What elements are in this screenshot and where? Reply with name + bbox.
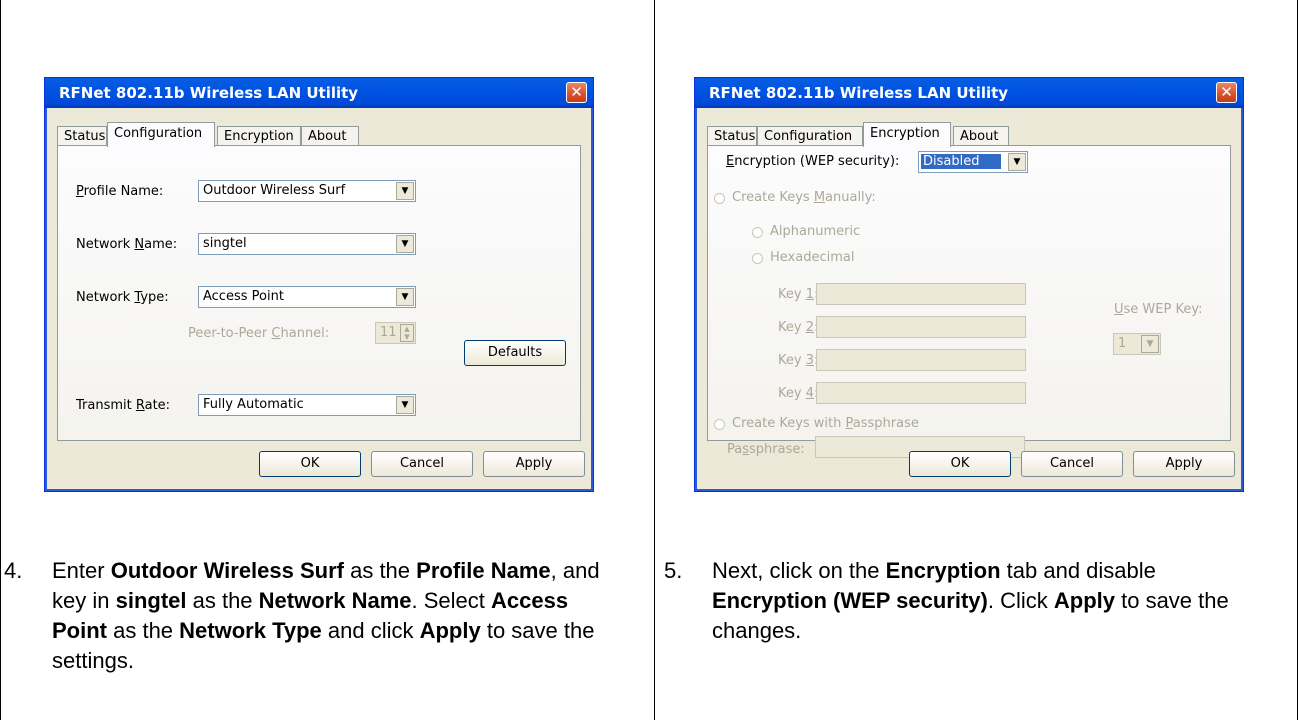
apply-button[interactable]: Apply [483,451,585,477]
tab-encryption[interactable]: Encryption [863,122,951,147]
tab-configuration[interactable]: Configuration [757,126,863,146]
use-wep-key-label: Use WEP Key: [1114,302,1203,317]
step-number: 5. [664,558,683,583]
spinner-arrows-icon: ▲ ▼ [400,324,414,342]
instr-bold: singtel [115,588,187,613]
transmit-rate-value: Fully Automatic [203,397,304,412]
apply-button[interactable]: Apply [1133,451,1235,477]
tab-encryption[interactable]: Encryption [217,126,301,146]
key-3-label: Key 3: [778,353,818,368]
peer-channel-value: 11 [380,325,397,340]
step-number: 4. [4,558,23,583]
use-wep-key-value: 1 [1118,336,1127,351]
encryption-select[interactable]: Disabled ▼ [918,151,1028,173]
network-name-input[interactable]: singtel ▼ [198,233,416,255]
close-icon[interactable]: ✕ [566,82,587,103]
instr-bold: Apply [419,618,481,643]
configuration-panel: Profile Name: Outdoor Wireless Surf ▼ Ne… [57,145,581,441]
instr-bold: Apply [1053,588,1115,613]
encryption-dialog: RFNet 802.11b Wireless LAN Utility ✕ Sta… [694,77,1244,492]
instr-bold: Encryption [885,558,1001,583]
ok-button[interactable]: OK [909,451,1011,477]
instr-text: . Select [411,588,491,613]
tab-configuration[interactable]: Configuration [107,122,215,147]
table-border-middle [654,0,655,720]
key-2-field[interactable] [816,316,1026,338]
peer-channel-label: Peer-to-Peer Channel: [188,326,330,341]
key-4-label: Key 4: [778,386,818,401]
profile-name-value: Outdoor Wireless Surf [203,183,346,198]
instr-bold: Profile Name [416,558,551,583]
ok-button[interactable]: OK [259,451,361,477]
tab-status[interactable]: Status [57,126,107,146]
chevron-down-icon: ▼ [1008,153,1026,171]
chevron-down-icon: ▼ [396,288,414,306]
instr-bold: Encryption (WEP security) [712,588,988,613]
transmit-rate-select[interactable]: Fully Automatic ▼ [198,394,416,416]
network-type-label: Network Type: [76,290,169,305]
instr-text: Next, click on the [712,558,886,583]
instr-text: as the [107,618,180,643]
step-text: Next, click on the Encryption tab and di… [712,556,1262,646]
dialog-titlebar: RFNet 802.11b Wireless LAN Utility ✕ [45,78,593,108]
use-wep-key-select[interactable]: 1 ▼ [1113,333,1161,355]
create-manual-label: Create Keys Manually: [732,190,876,205]
step-text: Enter Outdoor Wireless Surf as the Profi… [52,556,622,676]
profile-name-select[interactable]: Outdoor Wireless Surf ▼ [198,180,416,202]
key-1-label: Key 1: [778,287,818,302]
peer-channel-spinner[interactable]: 11 ▲ ▼ [375,322,416,344]
instr-text: as the [343,558,417,583]
hexadecimal-radio[interactable] [752,253,763,264]
tab-about[interactable]: About [953,126,1009,146]
create-manual-radio[interactable] [714,193,725,204]
instr-bold: Network Type [179,618,322,643]
chevron-down-icon: ▼ [1141,335,1159,353]
transmit-rate-label: Transmit Rate: [76,398,171,413]
key-2-label: Key 2: [778,320,818,335]
instr-bold: Outdoor Wireless Surf [110,558,344,583]
instr-text: . Click [987,588,1054,613]
hexadecimal-label: Hexadecimal [770,250,855,265]
instr-bold: Network Name [258,588,412,613]
tab-about[interactable]: About [301,126,359,146]
network-name-value: singtel [203,236,247,251]
network-name-label: Network Name: [76,237,178,252]
configuration-dialog: RFNet 802.11b Wireless LAN Utility ✕ Sta… [44,77,594,492]
instr-text: tab and disable [1000,558,1156,583]
cancel-button[interactable]: Cancel [1021,451,1123,477]
encryption-panel: Encryption (WEP security): Disabled ▼ Cr… [707,145,1231,441]
instr-text: Enter [52,558,111,583]
passphrase-radio[interactable] [714,419,725,430]
dialog-title: RFNet 802.11b Wireless LAN Utility [59,84,359,102]
chevron-down-icon: ▼ [396,235,414,253]
table-border-left [0,0,1,720]
instr-text: and click [321,618,420,643]
alphanumeric-radio[interactable] [752,227,763,238]
defaults-button[interactable]: Defaults [464,340,566,366]
passphrase-label: Passphrase: [727,442,805,457]
tab-status[interactable]: Status [707,126,757,146]
dialog-title: RFNet 802.11b Wireless LAN Utility [709,84,1009,102]
instr-text: as the [186,588,259,613]
key-3-field[interactable] [816,349,1026,371]
encryption-value: Disabled [921,154,1002,169]
dialog-titlebar: RFNet 802.11b Wireless LAN Utility ✕ [695,78,1243,108]
defaults-button-label: Defaults [487,345,543,360]
key-1-field[interactable] [816,283,1026,305]
key-4-field[interactable] [816,382,1026,404]
passphrase-radio-label: Create Keys with Passphrase [732,416,919,431]
profile-name-label: Profile Name: [76,184,164,199]
network-type-select[interactable]: Access Point ▼ [198,286,416,308]
close-icon[interactable]: ✕ [1216,82,1237,103]
alphanumeric-label: Alphanumeric [770,224,861,239]
chevron-down-icon: ▼ [396,396,414,414]
encryption-label: Encryption (WEP security): [726,154,900,169]
cancel-button[interactable]: Cancel [371,451,473,477]
network-type-value: Access Point [203,289,284,304]
chevron-down-icon: ▼ [396,182,414,200]
